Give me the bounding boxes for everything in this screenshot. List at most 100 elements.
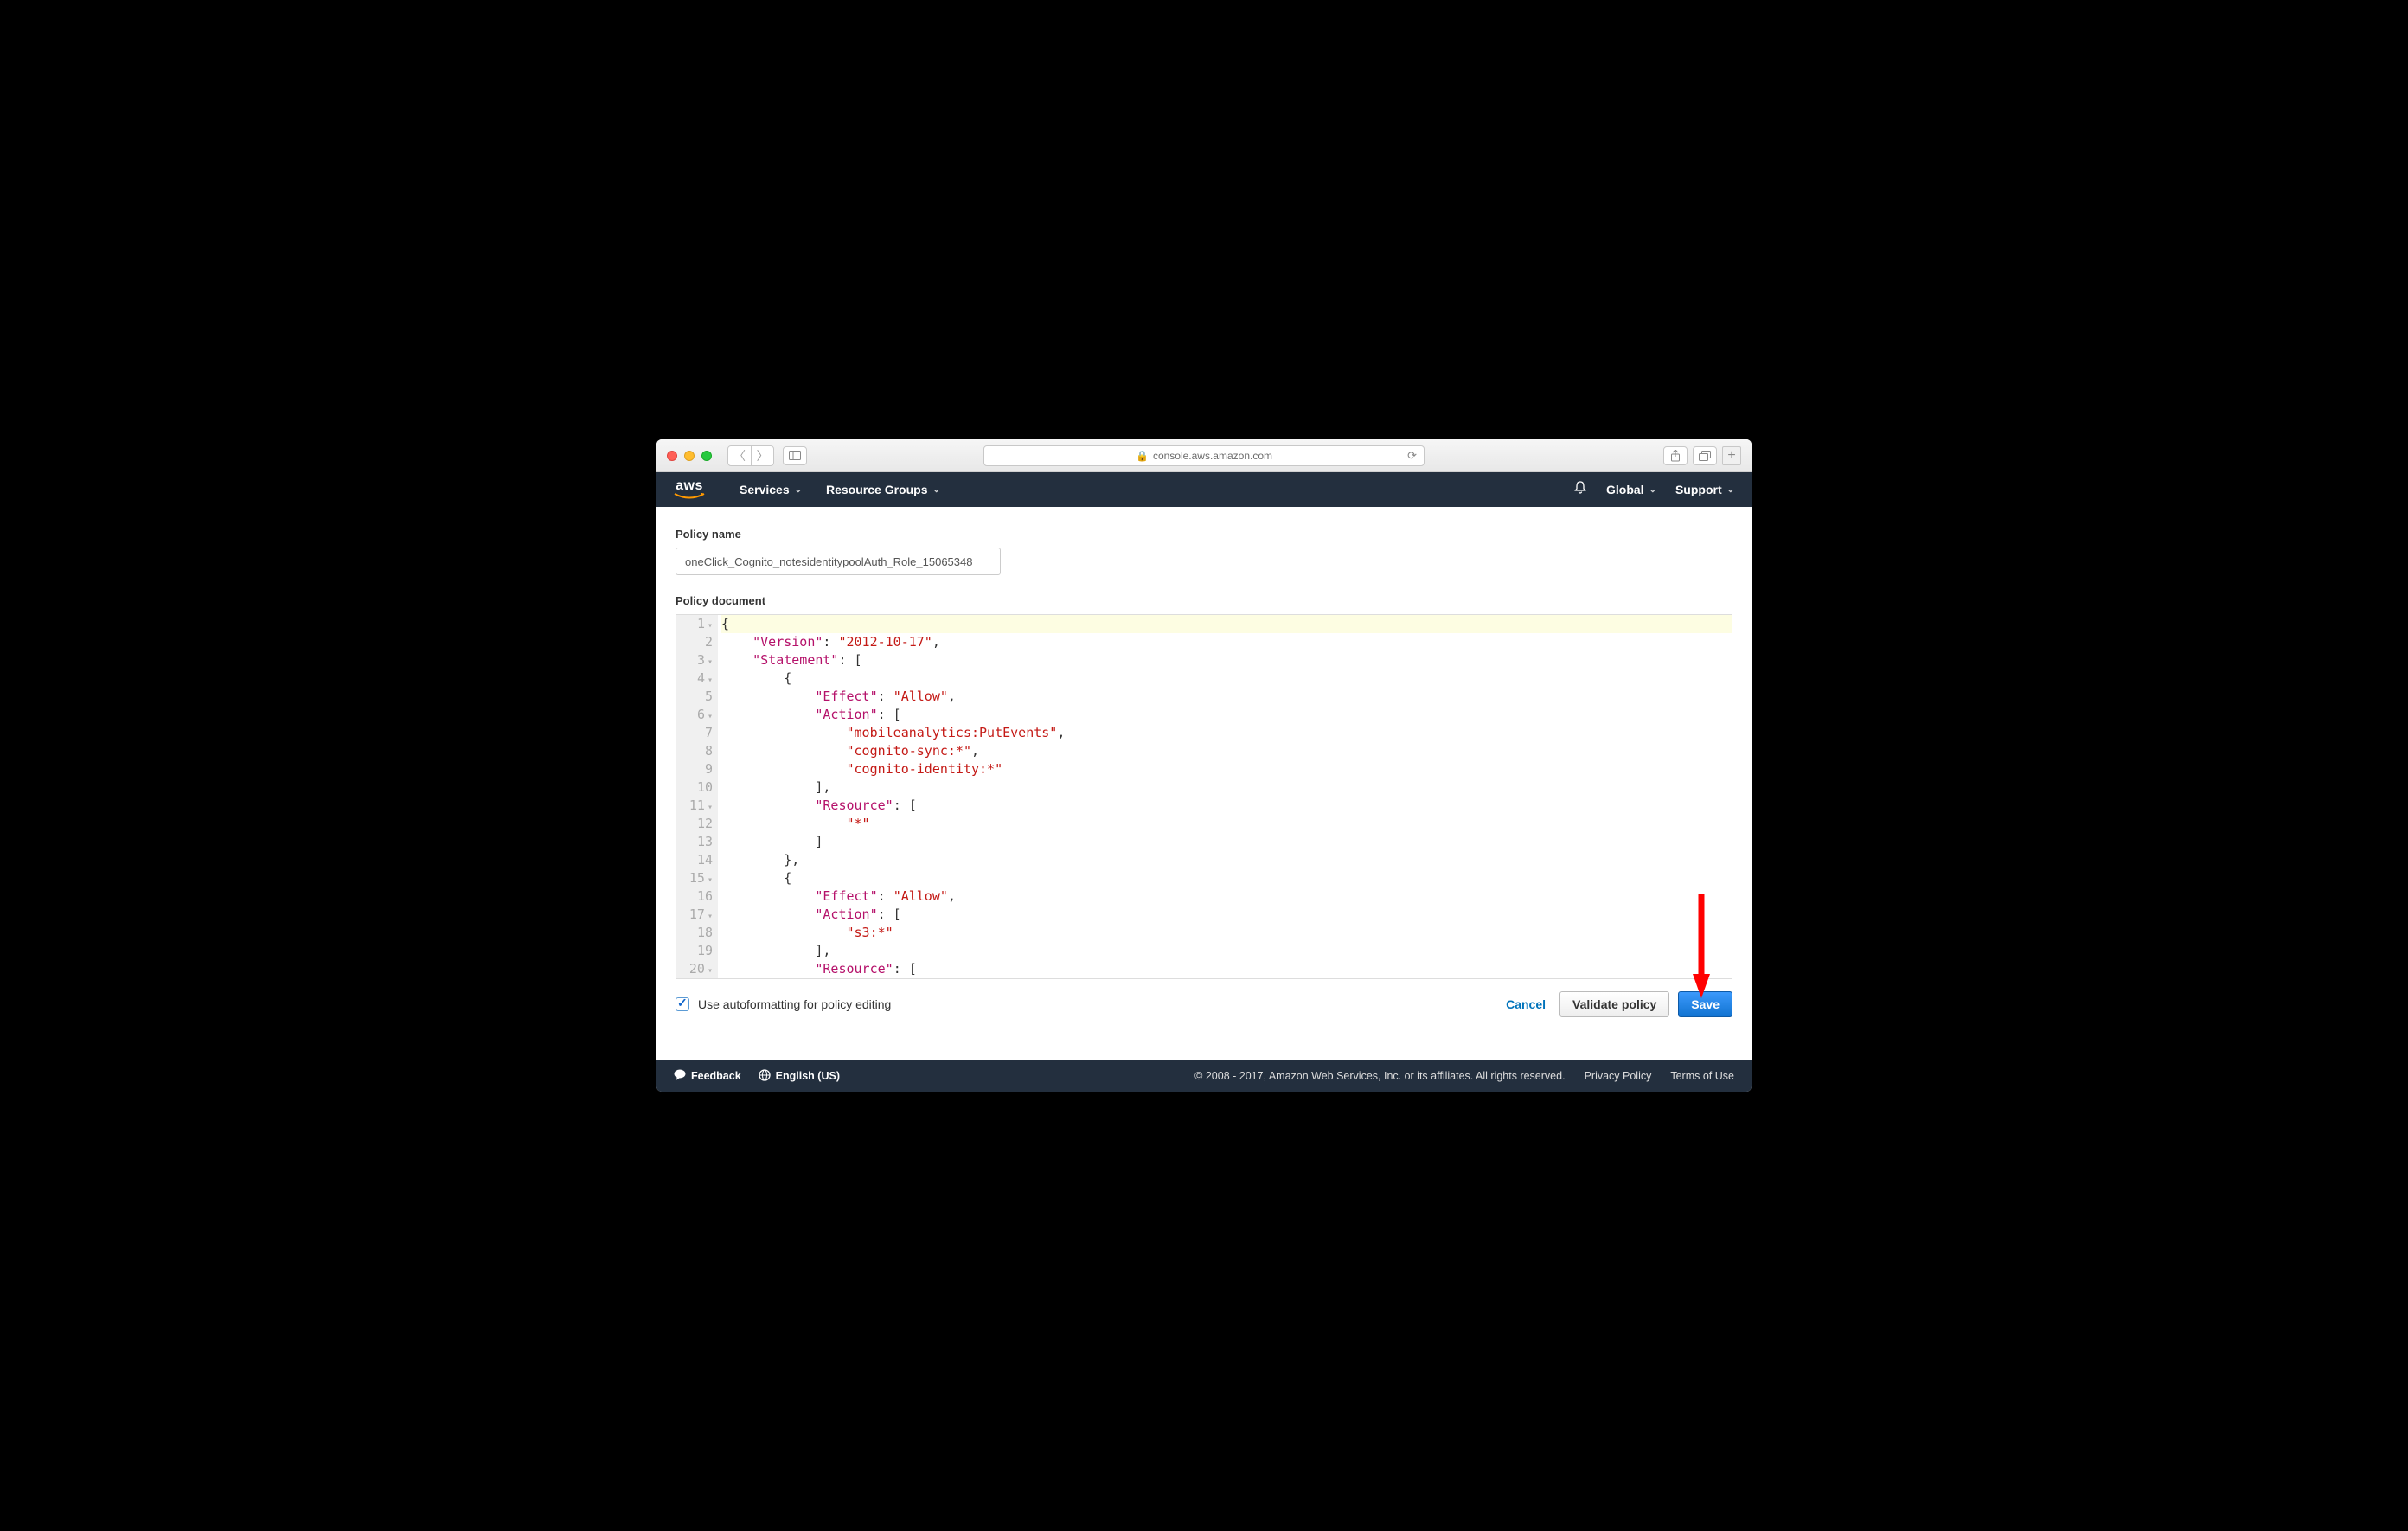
fold-icon[interactable]: ▾ (708, 798, 713, 817)
language-link[interactable]: English (US) (759, 1069, 840, 1084)
autoformat-checkbox[interactable] (676, 997, 689, 1011)
line-number: 15▾ (688, 869, 713, 887)
feedback-label: Feedback (691, 1070, 741, 1082)
copyright-text: © 2008 - 2017, Amazon Web Services, Inc.… (1194, 1070, 1565, 1082)
resource-groups-menu[interactable]: Resource Groups ⌄ (826, 483, 940, 496)
line-number: 4▾ (688, 669, 713, 688)
line-number: 3▾ (688, 651, 713, 669)
share-button[interactable] (1663, 446, 1688, 465)
fold-icon[interactable]: ▾ (708, 653, 713, 671)
code-line[interactable]: "cognito-sync:*", (721, 742, 1732, 760)
aws-logo[interactable]: aws (674, 481, 705, 497)
code-line[interactable]: "Resource": [ (721, 960, 1732, 978)
lock-icon: 🔒 (1136, 450, 1149, 462)
code-line[interactable]: ] (721, 833, 1732, 851)
validate-policy-button[interactable]: Validate policy (1559, 991, 1669, 1017)
region-label: Global (1606, 483, 1644, 496)
address-bar[interactable]: 🔒 console.aws.amazon.com ⟳ (983, 445, 1425, 466)
browser-titlebar: 〈 〉 🔒 console.aws.amazon.com ⟳ + (656, 439, 1752, 472)
new-tab-button[interactable]: + (1722, 446, 1741, 465)
services-label: Services (740, 483, 790, 496)
code-line[interactable]: { (721, 615, 1732, 633)
nav-buttons: 〈 〉 (727, 445, 774, 466)
code-line[interactable]: "Effect": "Allow", (721, 887, 1732, 906)
aws-header: aws Services ⌄ Resource Groups ⌄ Global … (656, 472, 1752, 507)
policy-document-label: Policy document (676, 594, 1732, 607)
support-label: Support (1675, 483, 1722, 496)
line-number: 18 (688, 924, 713, 942)
line-number: 7 (688, 724, 713, 742)
code-line[interactable]: }, (721, 851, 1732, 869)
policy-editor[interactable]: 1▾23▾4▾56▾7891011▾12131415▾1617▾181920▾ … (676, 614, 1732, 979)
policy-name-label: Policy name (676, 528, 1732, 541)
action-bar: Use autoformatting for policy editing Ca… (676, 979, 1732, 1033)
code-line[interactable]: ], (721, 778, 1732, 797)
notifications-icon[interactable] (1573, 481, 1587, 499)
autoformat-label: Use autoformatting for policy editing (698, 997, 891, 1011)
code-line[interactable]: "Resource": [ (721, 797, 1732, 815)
safari-window: 〈 〉 🔒 console.aws.amazon.com ⟳ + aws (656, 439, 1752, 1092)
line-number: 11▾ (688, 797, 713, 815)
maximize-window-button[interactable] (701, 451, 712, 461)
forward-button[interactable]: 〉 (751, 446, 773, 465)
editor-code[interactable]: { "Version": "2012-10-17", "Statement": … (718, 615, 1732, 978)
code-line[interactable]: "s3:*" (721, 924, 1732, 942)
line-number: 17▾ (688, 906, 713, 924)
line-number: 5 (688, 688, 713, 706)
code-line[interactable]: "mobileanalytics:PutEvents", (721, 724, 1732, 742)
line-number: 1▾ (688, 615, 713, 633)
sidebar-button[interactable] (783, 446, 807, 465)
line-number: 14 (688, 851, 713, 869)
globe-icon (759, 1069, 771, 1084)
line-number: 20▾ (688, 960, 713, 978)
cancel-button[interactable]: Cancel (1506, 997, 1546, 1011)
fold-icon[interactable]: ▾ (708, 907, 713, 926)
line-number: 19 (688, 942, 713, 960)
terms-link[interactable]: Terms of Use (1670, 1070, 1734, 1082)
services-menu[interactable]: Services ⌄ (740, 483, 802, 496)
reload-icon[interactable]: ⟳ (1407, 449, 1417, 463)
language-label: English (US) (776, 1070, 840, 1082)
line-number: 8 (688, 742, 713, 760)
fold-icon[interactable]: ▾ (708, 871, 713, 889)
fold-icon[interactable]: ▾ (708, 617, 713, 635)
main-content: Policy name oneClick_Cognito_notesidenti… (656, 507, 1752, 1060)
support-menu[interactable]: Support ⌄ (1675, 483, 1734, 496)
chevron-down-icon: ⌄ (795, 485, 802, 495)
aws-footer: Feedback English (US) © 2008 - 2017, Ama… (656, 1060, 1752, 1092)
code-line[interactable]: "Version": "2012-10-17", (721, 633, 1732, 651)
speech-bubble-icon (674, 1069, 686, 1083)
code-line[interactable]: { (721, 869, 1732, 887)
fold-icon[interactable]: ▾ (708, 962, 713, 979)
resource-groups-label: Resource Groups (826, 483, 927, 496)
line-number: 2 (688, 633, 713, 651)
minimize-window-button[interactable] (684, 451, 695, 461)
code-line[interactable]: "cognito-identity:*" (721, 760, 1732, 778)
save-button[interactable]: Save (1678, 991, 1732, 1017)
chevron-down-icon: ⌄ (1727, 485, 1734, 495)
privacy-link[interactable]: Privacy Policy (1585, 1070, 1652, 1082)
chevron-down-icon: ⌄ (932, 485, 939, 495)
back-button[interactable]: 〈 (728, 446, 751, 465)
code-line[interactable]: ], (721, 942, 1732, 960)
code-line[interactable]: "Action": [ (721, 706, 1732, 724)
editor-gutter: 1▾23▾4▾56▾7891011▾12131415▾1617▾181920▾ (676, 615, 718, 978)
line-number: 9 (688, 760, 713, 778)
code-line[interactable]: "Effect": "Allow", (721, 688, 1732, 706)
tabs-button[interactable] (1693, 446, 1717, 465)
code-line[interactable]: "Statement": [ (721, 651, 1732, 669)
close-window-button[interactable] (667, 451, 677, 461)
chevron-down-icon: ⌄ (1649, 485, 1656, 495)
code-line[interactable]: { (721, 669, 1732, 688)
line-number: 13 (688, 833, 713, 851)
code-line[interactable]: "Action": [ (721, 906, 1732, 924)
region-menu[interactable]: Global ⌄ (1606, 483, 1656, 496)
line-number: 6▾ (688, 706, 713, 724)
fold-icon[interactable]: ▾ (708, 671, 713, 689)
policy-name-input[interactable]: oneClick_Cognito_notesidentitypoolAuth_R… (676, 548, 1001, 575)
url-text: console.aws.amazon.com (1153, 450, 1272, 462)
window-controls (667, 451, 712, 461)
code-line[interactable]: "*" (721, 815, 1732, 833)
feedback-link[interactable]: Feedback (674, 1069, 741, 1083)
fold-icon[interactable]: ▾ (708, 708, 713, 726)
